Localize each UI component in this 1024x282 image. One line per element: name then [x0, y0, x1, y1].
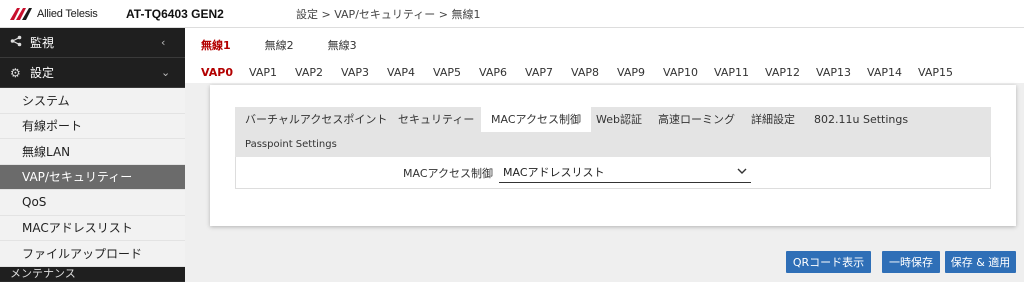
tab-vap3[interactable]: VAP3	[341, 66, 387, 79]
tab-fast-roaming[interactable]: 高速ローミング	[648, 107, 745, 132]
brand-logo: Allied Telesis	[10, 7, 120, 20]
radio-tabs: 無線1 無線2 無線3	[185, 28, 1024, 61]
tab-radio-3[interactable]: 無線3	[322, 33, 363, 57]
vap-settings-card: バーチャルアクセスポイント セキュリティー MACアクセス制御 Web認証 高速…	[210, 85, 1016, 226]
sidebar-item-qos[interactable]: QoS	[0, 190, 185, 216]
breadcrumb: 設定 > VAP/セキュリティー > 無線1	[296, 7, 481, 21]
sidebar-item-maintenance[interactable]: メンテナンス	[0, 266, 185, 281]
tab-passpoint-settings[interactable]: Passpoint Settings	[235, 132, 347, 157]
tab-virtual-access-point[interactable]: バーチャルアクセスポイント	[235, 107, 397, 132]
top-header: Allied Telesis AT-TQ6403 GEN2 設定 > VAP/セ…	[0, 0, 1024, 28]
temp-save-button[interactable]: 一時保存	[882, 251, 940, 273]
sidebar: 監視 ‹ ⚙ 設定 ⌄ システム 有線ポート 無線LAN VAP/セキュリティー…	[0, 28, 185, 282]
tab-advanced-settings[interactable]: 詳細設定	[741, 107, 805, 132]
tab-vap14[interactable]: VAP14	[867, 66, 918, 79]
tab-vap0[interactable]: VAP0	[201, 66, 249, 79]
tab-vap8[interactable]: VAP8	[571, 66, 617, 79]
tab-radio-2[interactable]: 無線2	[259, 33, 300, 57]
save-apply-button[interactable]: 保存 & 適用	[945, 251, 1016, 273]
sidebar-item-wired-port[interactable]: 有線ポート	[0, 114, 185, 139]
sidebar-item-label: 監視	[30, 36, 55, 50]
tab-vap12[interactable]: VAP12	[765, 66, 816, 79]
sidebar-item-monitor[interactable]: 監視 ‹	[0, 28, 185, 58]
sidebar-item-label: メンテナンス	[10, 266, 76, 280]
tab-vap2[interactable]: VAP2	[295, 66, 341, 79]
tab-mac-access-control[interactable]: MACアクセス制御	[481, 107, 591, 132]
brand-name: Allied Telesis	[37, 7, 98, 20]
mac-access-select[interactable]: MACアドレスリスト	[499, 161, 751, 183]
chevron-down-icon	[737, 166, 751, 177]
tab-vap7[interactable]: VAP7	[525, 66, 571, 79]
tab-vap1[interactable]: VAP1	[249, 66, 295, 79]
mac-access-label: MACアクセス制御	[403, 167, 493, 180]
tab-radio-1[interactable]: 無線1	[195, 33, 237, 57]
sidebar-item-system[interactable]: システム	[0, 88, 185, 114]
gear-icon: ⚙	[10, 65, 21, 80]
sidebar-item-mac-address-list[interactable]: MACアドレスリスト	[0, 216, 185, 241]
vap-tabs: VAP0 VAP1 VAP2 VAP3 VAP4 VAP5 VAP6 VAP7 …	[185, 61, 1024, 83]
qr-code-button[interactable]: QRコード表示	[786, 251, 871, 273]
mac-access-panel: MACアクセス制御 MACアドレスリスト	[235, 157, 991, 189]
tab-vap5[interactable]: VAP5	[433, 66, 479, 79]
sidebar-item-label: 設定	[30, 66, 55, 80]
sidebar-item-settings[interactable]: ⚙ 設定 ⌄	[0, 58, 185, 88]
tab-vap13[interactable]: VAP13	[816, 66, 867, 79]
sidebar-item-file-upload[interactable]: ファイルアップロード	[0, 241, 185, 267]
tab-vap10[interactable]: VAP10	[663, 66, 714, 79]
brand-logo-mark	[10, 7, 34, 20]
tab-vap9[interactable]: VAP9	[617, 66, 663, 79]
tab-vap15[interactable]: VAP15	[918, 66, 966, 79]
tab-vap6[interactable]: VAP6	[479, 66, 525, 79]
tab-vap11[interactable]: VAP11	[714, 66, 765, 79]
chevron-left-icon: ‹	[161, 36, 166, 49]
share-icon	[10, 35, 24, 50]
chevron-down-icon: ⌄	[161, 66, 171, 79]
sidebar-item-wireless-lan[interactable]: 無線LAN	[0, 139, 185, 165]
tab-web-auth[interactable]: Web認証	[586, 107, 652, 132]
tab-vap4[interactable]: VAP4	[387, 66, 433, 79]
tab-security[interactable]: セキュリティー	[388, 107, 484, 132]
device-model: AT-TQ6403 GEN2	[126, 6, 224, 21]
sidebar-item-vap-security[interactable]: VAP/セキュリティー	[0, 164, 185, 190]
settings-submenu: システム 有線ポート 無線LAN VAP/セキュリティー QoS MACアドレス…	[0, 88, 185, 267]
mac-access-value: MACアドレスリスト	[503, 165, 605, 179]
security-subtabs: バーチャルアクセスポイント セキュリティー MACアクセス制御 Web認証 高速…	[235, 107, 991, 157]
tab-80211u-settings[interactable]: 802.11u Settings	[804, 107, 918, 132]
